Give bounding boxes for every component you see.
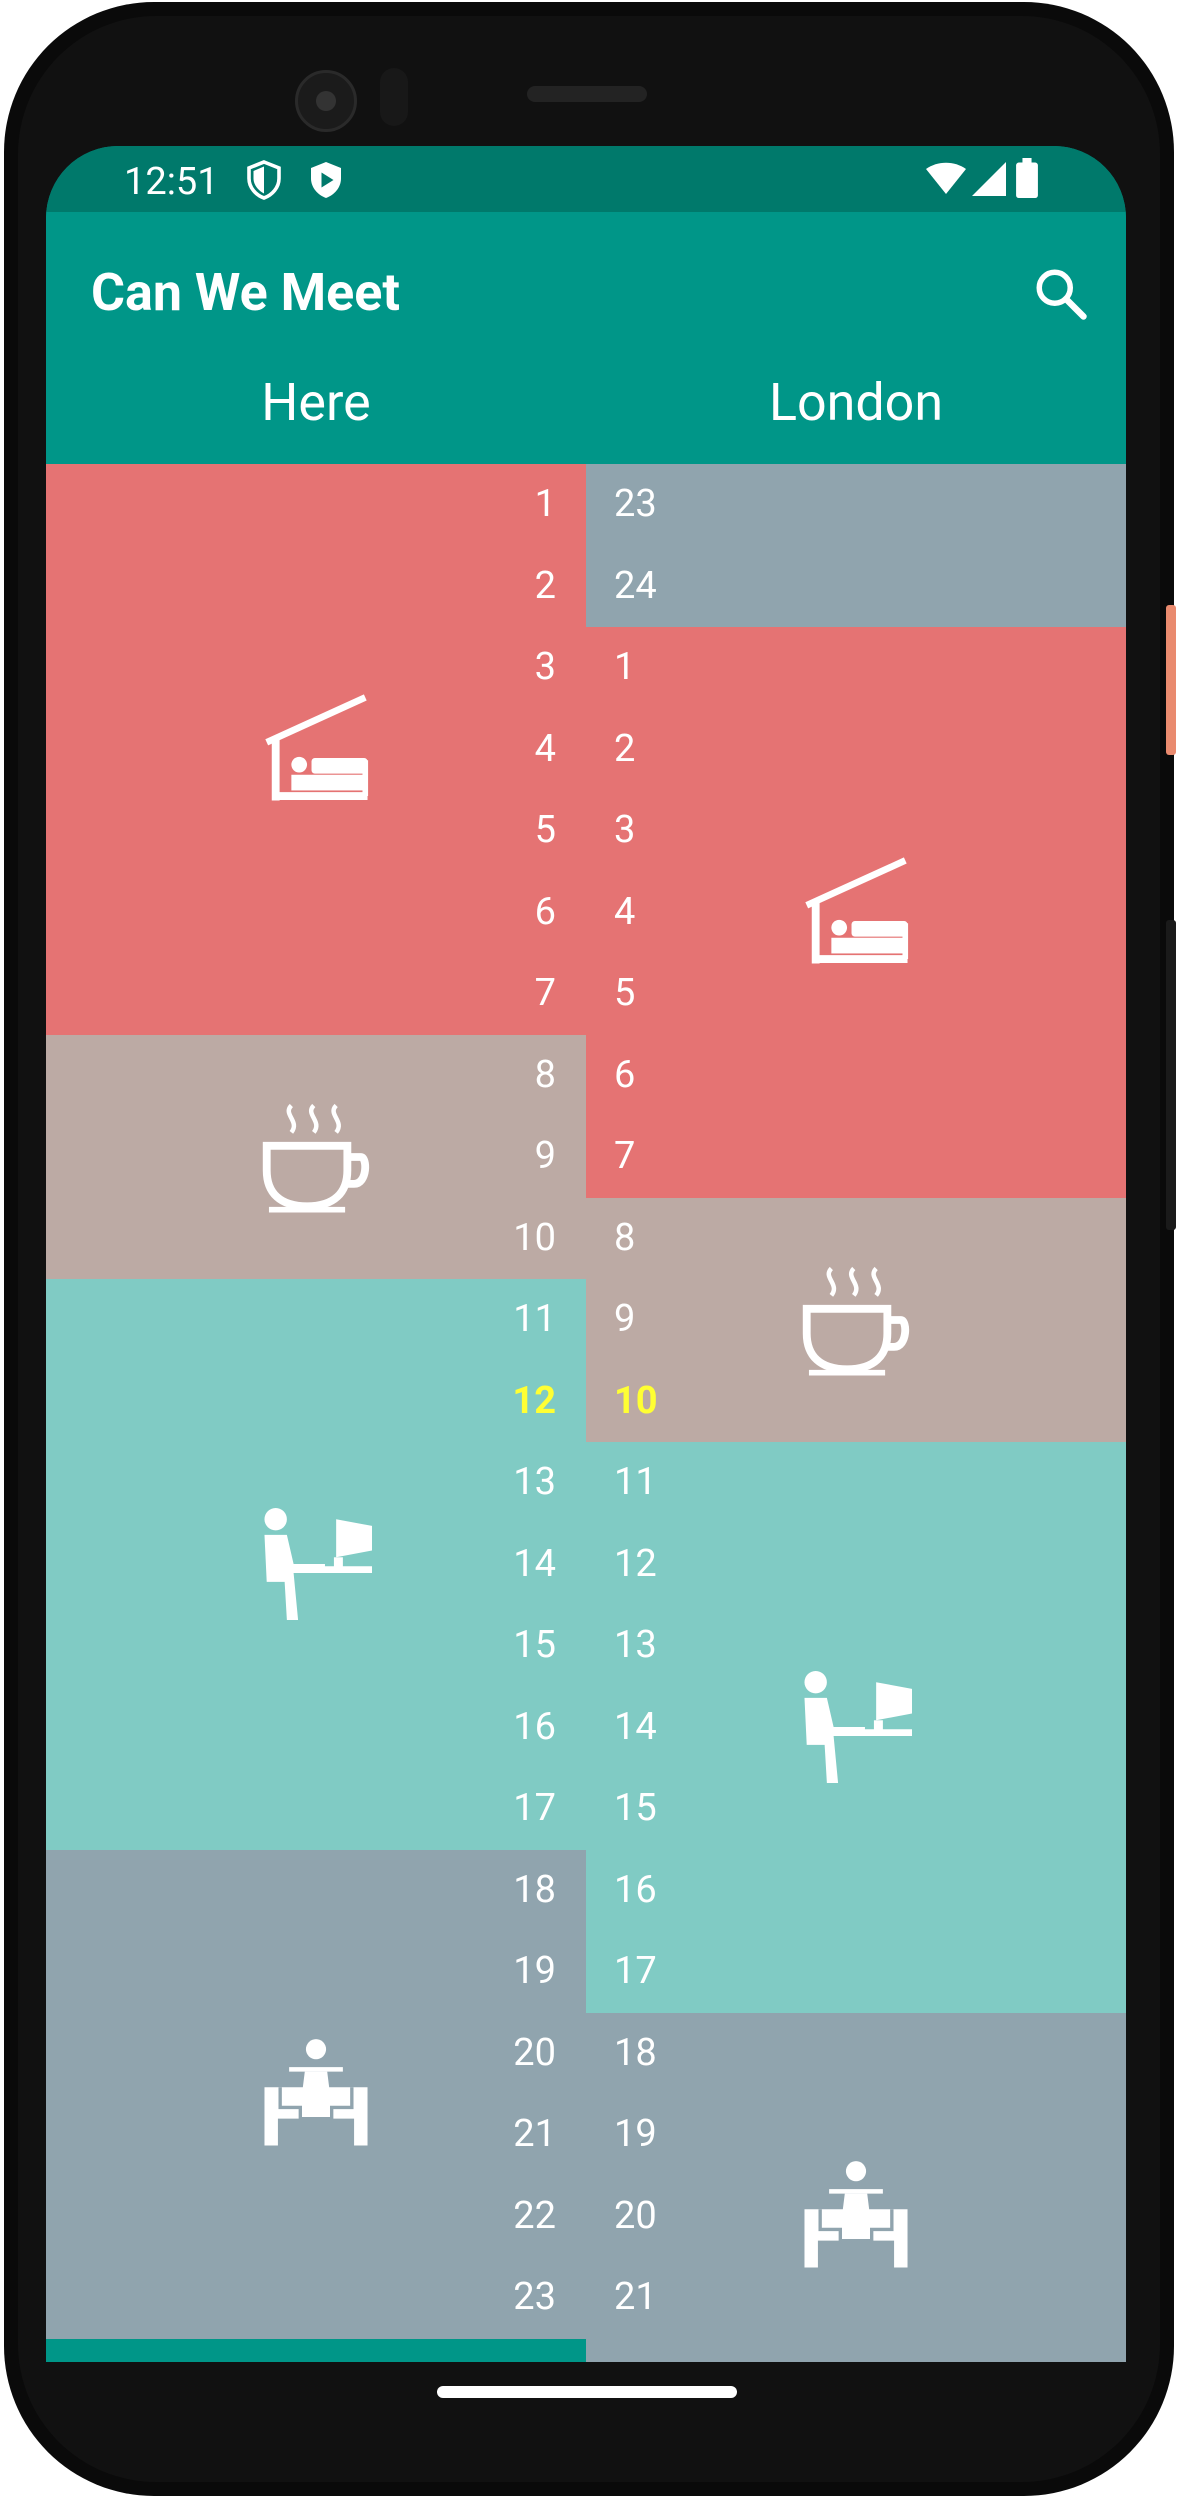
london-hour-label[interactable]: 24: [586, 546, 686, 628]
london-hour-label[interactable]: 8: [586, 1198, 686, 1280]
london-hour-label[interactable]: 20: [586, 2176, 686, 2258]
london-hour-label[interactable]: 17: [586, 1931, 686, 2013]
here-hour-label[interactable]: 12: [506, 1361, 586, 1443]
london-hour-label[interactable]: 12: [586, 1524, 686, 1606]
app-title: Can We Meet: [91, 262, 400, 323]
coffee-icon: [800, 1264, 912, 1380]
london-hour-label[interactable]: 4: [586, 872, 686, 954]
search-icon: [1036, 269, 1087, 320]
here-hour-label[interactable]: 7: [506, 953, 586, 1035]
london-hour-label[interactable]: 18: [586, 2013, 686, 2095]
london-hour-label[interactable]: 19: [586, 2094, 686, 2176]
battery-icon: [1016, 158, 1038, 202]
london-hour-label[interactable]: 9: [586, 1279, 686, 1361]
london-hour-label[interactable]: 16: [586, 1850, 686, 1932]
london-hour-label[interactable]: 2: [586, 709, 686, 791]
here-hour-label[interactable]: 6: [506, 872, 586, 954]
london-hour-label[interactable]: 10: [586, 1361, 686, 1443]
here-hour-label[interactable]: 21: [506, 2094, 586, 2176]
leisure-icon: [800, 2160, 912, 2276]
london-hour-label[interactable]: 15: [586, 1768, 686, 1850]
here-hour-label[interactable]: 15: [506, 1605, 586, 1687]
here-hour-label[interactable]: 8: [506, 1035, 586, 1117]
timeline[interactable]: 1234567891011121314151617181920212223242…: [46, 464, 1126, 2362]
here-column-header[interactable]: Here: [46, 372, 586, 433]
here-hour-label[interactable]: 20: [506, 2013, 586, 2095]
search-button[interactable]: [1031, 264, 1091, 324]
here-hour-label[interactable]: 2: [506, 546, 586, 628]
status-bar: 12:51: [46, 146, 1126, 212]
volume-button: [1166, 920, 1176, 1230]
here-hour-label[interactable]: 10: [506, 1198, 586, 1280]
here-hour-label[interactable]: 22: [506, 2176, 586, 2258]
here-hour-label[interactable]: 13: [506, 1442, 586, 1524]
here-hour-label[interactable]: 17: [506, 1768, 586, 1850]
here-hour-label[interactable]: 1: [506, 464, 586, 546]
screen: 12:51 Can We Meet Here London 1234567891…: [46, 146, 1126, 2362]
work-icon: [260, 1508, 372, 1624]
here-hour-label[interactable]: 23: [506, 2257, 586, 2339]
london-hour-label[interactable]: 6: [586, 1035, 686, 1117]
coffee-icon: [260, 1101, 372, 1217]
here-hour-label[interactable]: 16: [506, 1687, 586, 1769]
here-hour-label[interactable]: 14: [506, 1524, 586, 1606]
london-hour-label[interactable]: 7: [586, 1116, 686, 1198]
here-hour-label[interactable]: 24: [506, 2339, 586, 2363]
leisure-icon: [260, 2038, 372, 2154]
cell-signal-icon: [972, 162, 1006, 200]
here-hour-label[interactable]: 11: [506, 1279, 586, 1361]
sensor: [380, 68, 408, 126]
here-hour-label[interactable]: 19: [506, 1931, 586, 2013]
london-column-header[interactable]: London: [586, 372, 1126, 433]
london-hour-label[interactable]: 5: [586, 953, 686, 1035]
power-button: [1166, 605, 1176, 755]
status-time: 12:51: [124, 160, 219, 204]
london-hour-label[interactable]: 11: [586, 1442, 686, 1524]
london-hour-label[interactable]: 1: [586, 627, 686, 709]
front-camera: [295, 70, 357, 132]
london-hour-label[interactable]: 3: [586, 790, 686, 872]
wifi-icon: [926, 162, 966, 200]
sleep-icon: [260, 693, 372, 809]
shield-icon: [246, 160, 282, 204]
london-hour-label[interactable]: 14: [586, 1687, 686, 1769]
work-icon: [800, 1671, 912, 1787]
home-indicator[interactable]: [437, 2386, 737, 2398]
here-hour-label[interactable]: 5: [506, 790, 586, 872]
here-hour-label[interactable]: 4: [506, 709, 586, 791]
app-bar: Can We Meet Here London: [46, 212, 1126, 464]
london-hour-label[interactable]: 13: [586, 1605, 686, 1687]
london-hour-label[interactable]: 22: [586, 2339, 686, 2363]
earpiece-speaker: [527, 86, 647, 102]
london-hour-label[interactable]: 23: [586, 464, 686, 546]
sleep-icon: [800, 856, 912, 972]
here-hour-label[interactable]: 18: [506, 1850, 586, 1932]
here-hour-label[interactable]: 9: [506, 1116, 586, 1198]
here-hour-label[interactable]: 3: [506, 627, 586, 709]
london-hour-label[interactable]: 21: [586, 2257, 686, 2339]
play-protect-icon: [308, 160, 344, 204]
